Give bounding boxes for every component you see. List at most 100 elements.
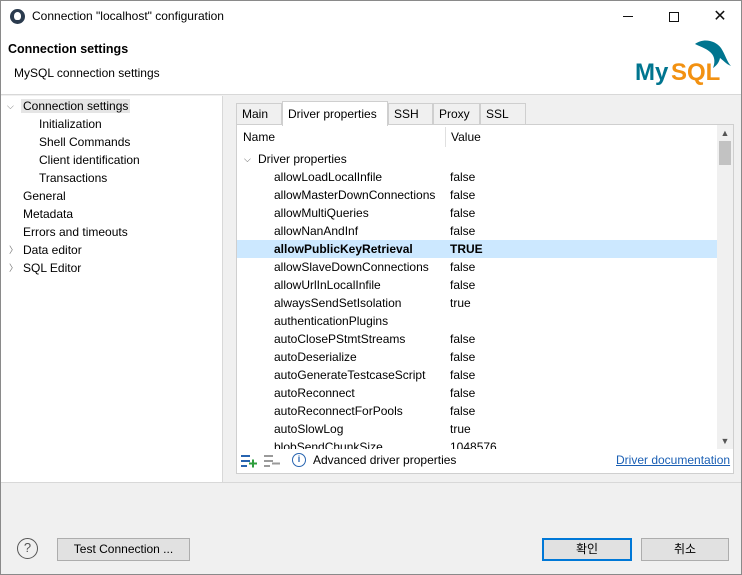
tree-item-label: Errors and timeouts — [23, 225, 128, 239]
tab-ssl[interactable]: SSL — [480, 103, 526, 125]
chevron-down-icon: ⌵ — [244, 154, 251, 164]
property-name: autoDeserialize — [274, 350, 357, 364]
tree-item-data-editor[interactable]: Data editor — [23, 241, 82, 259]
property-value[interactable]: false — [450, 348, 475, 366]
table-row[interactable]: autoClosePStmtStreams false — [237, 330, 717, 348]
scrollbar-thumb[interactable] — [719, 141, 731, 165]
table-row[interactable]: allowMasterDownConnections false — [237, 186, 717, 204]
tree-item-label: SQL Editor — [23, 261, 82, 275]
table-row-selected[interactable]: allowPublicKeyRetrieval TRUE — [237, 240, 717, 258]
tree-item-shell-commands[interactable]: Shell Commands — [39, 133, 130, 151]
tree-item-initialization[interactable]: Initialization — [39, 115, 102, 133]
close-button[interactable]: ✕ — [697, 1, 742, 32]
maximize-icon — [669, 11, 679, 22]
group-label: Driver properties — [258, 152, 347, 166]
chevron-down-icon[interactable]: ⌵ — [7, 97, 14, 115]
vertical-scrollbar[interactable]: ▲ ▼ — [717, 125, 733, 449]
table-row[interactable]: allowMultiQueries false — [237, 204, 717, 222]
close-icon: ✕ — [713, 7, 727, 25]
chevron-right-icon[interactable]: 〉 — [9, 241, 18, 259]
column-divider[interactable] — [445, 127, 446, 147]
property-value[interactable]: false — [450, 168, 475, 186]
property-value[interactable]: false — [450, 204, 475, 222]
property-name: allowMultiQueries — [274, 206, 369, 220]
tab-label: SSL — [486, 107, 509, 121]
tab-label: SSH — [394, 107, 419, 121]
tree-item-metadata[interactable]: Metadata — [23, 205, 73, 223]
table-row[interactable]: autoSlowLog true — [237, 420, 717, 438]
dialog-header: Connection settings MySQL connection set… — [1, 32, 741, 95]
tree-item-client-identification[interactable]: Client identification — [39, 151, 140, 169]
property-value[interactable]: false — [450, 384, 475, 402]
property-value[interactable]: true — [450, 420, 471, 438]
tree-item-label: Data editor — [23, 243, 82, 257]
ok-button[interactable]: 확인 — [542, 538, 632, 561]
driver-properties-table: Name Value ⌵ Driver properties allowLoad… — [236, 124, 734, 474]
tree-item-transactions[interactable]: Transactions — [39, 169, 107, 187]
property-name: autoReconnectForPools — [274, 404, 403, 418]
property-value[interactable]: false — [450, 330, 475, 348]
tree-item-sql-editor[interactable]: SQL Editor — [23, 259, 81, 277]
remove-property-icon[interactable] — [264, 454, 280, 468]
scroll-up-icon[interactable]: ▲ — [717, 125, 733, 141]
advanced-properties-label: Advanced driver properties — [313, 453, 457, 467]
minimize-button[interactable] — [605, 1, 651, 32]
property-name: allowPublicKeyRetrieval — [274, 242, 413, 256]
window-title: Connection "localhost" configuration — [32, 9, 224, 23]
table-row[interactable]: allowLoadLocalInfile false — [237, 168, 717, 186]
table-row[interactable]: autoDeserialize false — [237, 348, 717, 366]
add-property-icon[interactable] — [241, 454, 257, 468]
tree-item-general[interactable]: General — [23, 187, 66, 205]
property-value[interactable]: TRUE — [450, 240, 483, 258]
property-value[interactable]: false — [450, 258, 475, 276]
tab-ssh[interactable]: SSH — [388, 103, 433, 125]
tree-item-errors-and-timeouts[interactable]: Errors and timeouts — [23, 223, 128, 241]
tree-item-label: Client identification — [39, 153, 140, 167]
tab-proxy[interactable]: Proxy — [433, 103, 480, 125]
svg-text:My: My — [635, 59, 669, 86]
property-name: autoClosePStmtStreams — [274, 332, 406, 346]
table-row[interactable]: autoGenerateTestcaseScript false — [237, 366, 717, 384]
table-row[interactable]: authenticationPlugins — [237, 312, 717, 330]
table-row[interactable]: autoReconnectForPools false — [237, 402, 717, 420]
maximize-button[interactable] — [651, 1, 697, 32]
property-value[interactable]: false — [450, 366, 475, 384]
property-value[interactable]: false — [450, 186, 475, 204]
tab-label: Driver properties — [288, 107, 377, 121]
scroll-down-icon[interactable]: ▼ — [717, 433, 733, 449]
column-header-name[interactable]: Name — [243, 125, 275, 149]
table-row[interactable]: allowNanAndInf false — [237, 222, 717, 240]
property-name: allowMasterDownConnections — [274, 188, 436, 202]
property-value[interactable]: true — [450, 294, 471, 312]
chevron-right-icon[interactable]: 〉 — [9, 259, 18, 277]
table-row[interactable]: alwaysSendSetIsolation true — [237, 294, 717, 312]
tree-item-label: Metadata — [23, 207, 74, 221]
cancel-button[interactable]: 취소 — [641, 538, 729, 561]
property-value[interactable]: false — [450, 402, 475, 420]
table-row[interactable]: blobSendChunkSize 1048576 — [237, 438, 717, 449]
table-row[interactable]: allowSlaveDownConnections false — [237, 258, 717, 276]
property-name: autoSlowLog — [274, 422, 344, 436]
property-name: allowSlaveDownConnections — [274, 260, 429, 274]
property-value[interactable]: false — [450, 222, 475, 240]
test-connection-button[interactable]: Test Connection ... — [57, 538, 190, 561]
driver-documentation-link[interactable]: Driver documentation — [616, 453, 730, 467]
title-bar: Connection "localhost" configuration ✕ — [1, 1, 741, 32]
tab-label: Proxy — [439, 107, 470, 121]
settings-panel: Main Driver properties SSH Proxy SSL Nam… — [224, 96, 741, 482]
property-name: allowUrlInLocalInfile — [274, 278, 381, 292]
property-name: allowLoadLocalInfile — [274, 170, 383, 184]
help-icon[interactable]: ? — [17, 538, 38, 559]
tree-item-label: General — [23, 189, 66, 203]
table-row[interactable]: autoReconnect false — [237, 384, 717, 402]
tree-item-connection-settings[interactable]: Connection settings — [21, 97, 131, 115]
column-header-value[interactable]: Value — [451, 125, 481, 149]
minimize-icon — [623, 16, 633, 17]
tab-main[interactable]: Main — [236, 103, 282, 125]
tab-driver-properties[interactable]: Driver properties — [282, 101, 388, 126]
dbeaver-app-icon — [10, 9, 25, 24]
table-row[interactable]: allowUrlInLocalInfile false — [237, 276, 717, 294]
property-value[interactable]: 1048576 — [450, 438, 497, 449]
group-row-driver-properties[interactable]: ⌵ Driver properties — [237, 150, 717, 168]
property-value[interactable]: false — [450, 276, 475, 294]
